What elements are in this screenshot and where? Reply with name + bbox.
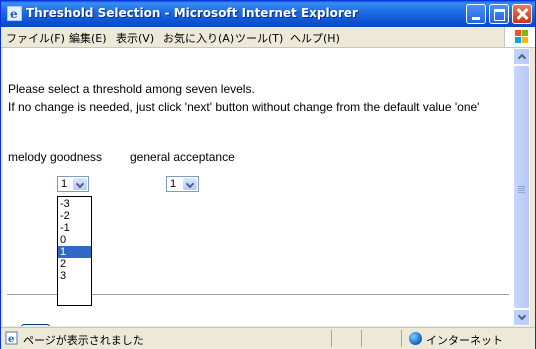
melody-dropdown-list[interactable]: -3 -2 -1 0 1 2 3	[57, 196, 92, 306]
menu-help[interactable]: ヘルプ(H)	[290, 30, 340, 46]
scroll-thumb[interactable]	[513, 65, 530, 309]
melody-goodness-label: melody goodness	[8, 150, 103, 164]
security-zone-label: インターネット	[426, 334, 503, 347]
scroll-up-icon[interactable]	[513, 48, 530, 65]
general-acceptance-select[interactable]: 1	[166, 176, 199, 192]
dropdown-option[interactable]: 2	[58, 258, 91, 270]
browser-window: e Threshold Selection - Microsoft Intern…	[0, 0, 536, 349]
dropdown-option[interactable]: 3	[58, 270, 91, 282]
status-divider	[361, 330, 362, 347]
scroll-down-icon[interactable]	[513, 309, 530, 326]
melody-goodness-select[interactable]: 1	[57, 176, 89, 192]
dropdown-option[interactable]: -3	[58, 198, 91, 210]
menu-edit[interactable]: 編集(E)	[69, 30, 107, 46]
close-button[interactable]	[512, 4, 532, 24]
general-acceptance-label: general acceptance	[130, 150, 235, 164]
melody-select-value: 1	[61, 178, 68, 190]
menu-bar: ファイル(F) 編集(E) 表示(V) お気に入り(A) ツール(T) ヘルプ(…	[1, 27, 535, 48]
status-divider	[401, 330, 402, 347]
chevron-down-icon[interactable]	[73, 178, 87, 190]
title-bar[interactable]: e Threshold Selection - Microsoft Intern…	[1, 1, 535, 27]
instruction-line-2: If no change is needed, just click 'next…	[8, 100, 480, 114]
page-done-icon: e	[5, 331, 18, 345]
menu-view[interactable]: 表示(V)	[116, 30, 154, 46]
dropdown-option-selected[interactable]: 1	[58, 246, 91, 258]
status-divider	[331, 330, 332, 347]
status-text: ページが表示されました	[23, 334, 144, 347]
dropdown-option[interactable]: -2	[58, 210, 91, 222]
vertical-scrollbar[interactable]	[513, 48, 530, 326]
menu-favorites[interactable]: お気に入り(A)	[163, 30, 234, 46]
window-title: Threshold Selection - Microsoft Internet…	[26, 6, 358, 20]
instruction-line-1: Please select a threshold among seven le…	[8, 82, 255, 96]
svg-text:e: e	[8, 334, 14, 345]
minimize-button[interactable]	[466, 4, 486, 24]
chevron-down-icon[interactable]	[183, 178, 197, 190]
page-content: Please select a threshold among seven le…	[3, 48, 513, 326]
dropdown-option[interactable]: 0	[58, 234, 91, 246]
internet-zone-icon	[409, 332, 422, 345]
svg-text:e: e	[10, 7, 18, 21]
grip-icon	[518, 186, 525, 194]
windows-logo-icon	[504, 27, 535, 47]
maximize-button[interactable]	[489, 4, 509, 24]
general-select-value: 1	[170, 178, 177, 190]
ie-icon: e	[7, 6, 22, 21]
next-button[interactable]: next	[21, 324, 50, 326]
menu-tools[interactable]: ツール(T)	[235, 30, 283, 46]
status-bar: e ページが表示されました インターネット	[1, 327, 535, 349]
dropdown-option[interactable]: -1	[58, 222, 91, 234]
menu-file[interactable]: ファイル(F)	[6, 30, 65, 46]
